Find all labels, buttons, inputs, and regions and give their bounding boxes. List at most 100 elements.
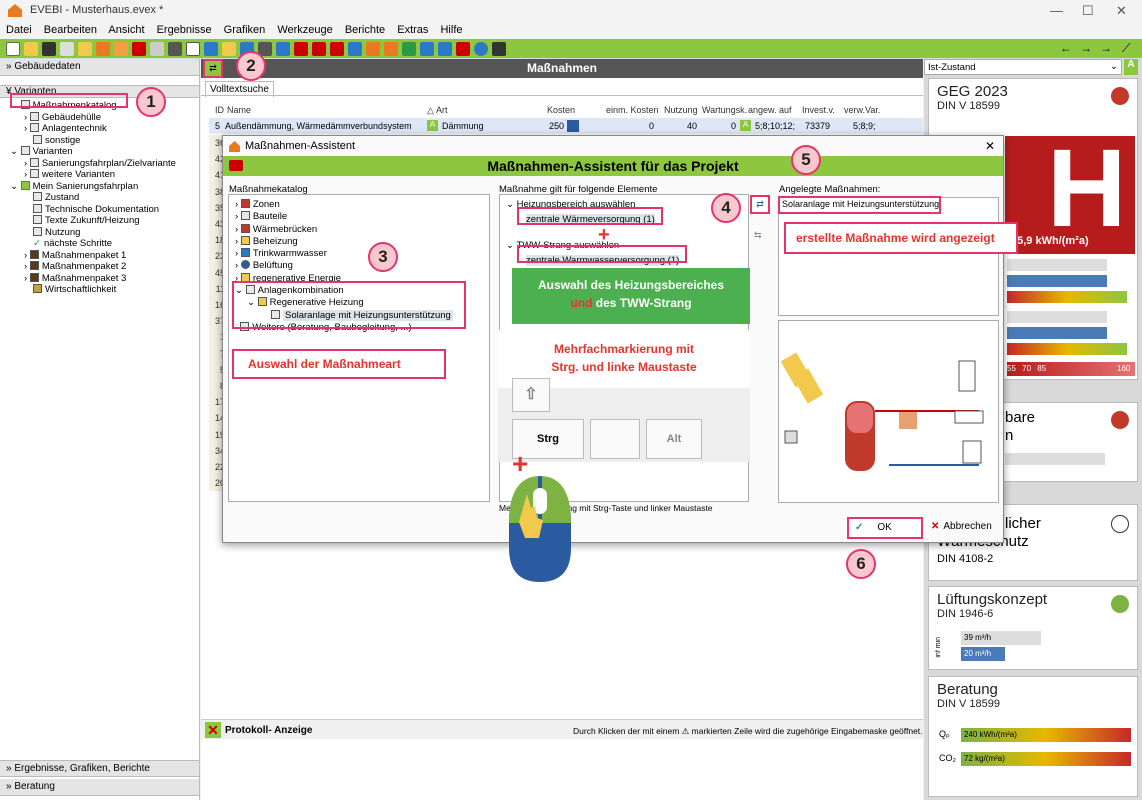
import-icon[interactable] (78, 42, 92, 56)
step-arrow-icon[interactable]: → (1100, 41, 1112, 55)
catalog-trinkwarmwasser[interactable]: › Trinkwarmwasser (235, 248, 483, 260)
menu-bearbeiten[interactable]: Bearbeiten (44, 24, 97, 36)
dialog-close-icon[interactable]: ✕ (985, 139, 995, 153)
tree-item-texte[interactable]: Texte Zukunft/Heizung (4, 215, 195, 227)
menu-ergebnisse[interactable]: Ergebnisse (157, 24, 212, 36)
catalog-bauteile[interactable]: › Bauteile (235, 211, 483, 223)
tree-item-anlagentechnik[interactable]: › Anlagentechnik (4, 123, 195, 135)
globe-icon[interactable] (348, 42, 362, 56)
menu-datei[interactable]: Datei (6, 24, 32, 36)
col-kosten[interactable]: Kosten (547, 105, 575, 115)
menu-grafiken[interactable]: Grafiken (224, 24, 266, 36)
col-art[interactable]: △ Art (427, 105, 447, 116)
chart-icon[interactable] (222, 42, 236, 56)
note-heiz-tww: Auswahl des Heizungsbereiches und des TW… (512, 268, 750, 324)
col-angew[interactable]: angew. auf (748, 105, 792, 115)
undo-icon[interactable] (132, 42, 146, 56)
chart-tool-icon[interactable]: ⟋ (1122, 41, 1130, 56)
grid-icon[interactable] (276, 42, 290, 56)
section-gebaeudedaten[interactable]: » Gebäudedaten (0, 59, 199, 76)
house-icon[interactable] (402, 42, 416, 56)
col-wartung[interactable]: Wartungsk. (702, 105, 747, 115)
paint-icon[interactable] (456, 42, 470, 56)
tree-item-varianten[interactable]: ⌄ Varianten (4, 146, 195, 158)
youtube-icon[interactable] (229, 160, 243, 171)
section-beratung[interactable]: » Beratung (0, 779, 199, 796)
help-icon[interactable] (474, 42, 488, 56)
menu-werkzeuge[interactable]: Werkzeuge (277, 24, 332, 36)
package-icon (29, 272, 39, 282)
tree-item-technische-dokumentation[interactable]: Technische Dokumentation (4, 203, 195, 216)
col-verw[interactable]: verw.Var. (844, 105, 880, 115)
catalog-belueftung[interactable]: › Belüftung (235, 260, 483, 272)
menu-ansicht[interactable]: Ansicht (108, 24, 144, 36)
back-arrow-icon[interactable]: ← (1060, 41, 1072, 55)
card-lueftung[interactable]: Lüftungskonzept DIN 1946-6 inf min 39 m³… (928, 586, 1138, 670)
export-icon[interactable] (96, 42, 110, 56)
card-beratung[interactable]: Beratung DIN V 18599 Qₚ CO₂ 240 kWh/(m²a… (928, 676, 1138, 797)
col-einm-kosten[interactable]: einm. Kosten (606, 105, 659, 115)
col-invest[interactable]: Invest.v. (802, 105, 835, 115)
table-icon (20, 146, 30, 155)
report-icon[interactable] (312, 42, 326, 56)
tree-item-paket-3[interactable]: › Maßnahmenpaket 3 (4, 272, 195, 285)
doc-icon[interactable] (186, 42, 200, 56)
copy-icon[interactable] (60, 42, 74, 56)
assistant-button[interactable]: ⇄ (203, 59, 223, 78)
maximize-icon[interactable]: ☐ (1082, 3, 1094, 19)
card3-norm: DIN 4108-2 (937, 553, 994, 565)
menu-berichte[interactable]: Berichte (345, 24, 385, 36)
pin-icon[interactable] (294, 42, 308, 56)
catalog-tree[interactable]: › Zonen › Bauteile › Wärmebrücken › Behe… (228, 194, 490, 502)
angelegt-list[interactable]: Solaranlage mit Heizungsunterstützung (778, 197, 999, 316)
tree-item-sonstige[interactable]: sonstige (4, 134, 195, 147)
close-icon[interactable]: ✕ (1116, 3, 1127, 19)
col-nutzung[interactable]: Nutzung (664, 105, 698, 115)
menu-hilfe[interactable]: Hilfe (440, 24, 462, 36)
fire-icon[interactable] (384, 42, 398, 56)
edit-icon[interactable] (567, 120, 579, 132)
table-row[interactable]: 5 Außendämmung, Wärmedämmverbundsystem A… (209, 118, 923, 134)
save-icon[interactable] (42, 42, 56, 56)
minimize-icon[interactable]: — (1050, 3, 1063, 18)
info-icon[interactable] (420, 42, 434, 56)
ok-button[interactable]: ✓ OK (847, 517, 923, 539)
remove-massnahme-button[interactable]: ⇆ (754, 230, 762, 241)
print-icon[interactable] (330, 42, 344, 56)
new-icon[interactable] (6, 42, 20, 56)
tree-item-zustand[interactable]: Zustand (4, 192, 195, 204)
tree-item-weitere-varianten[interactable]: › weitere Varianten (4, 169, 195, 181)
tree-item-naechste-schritte[interactable]: ✓ nächste Schritte (4, 238, 195, 250)
close-protokoll-icon[interactable]: ✕ (205, 722, 221, 738)
menu-extras[interactable]: Extras (397, 24, 428, 36)
tree-item-paket-2[interactable]: › Maßnahmenpaket 2 (4, 261, 195, 273)
col-id[interactable]: ID (215, 105, 224, 115)
cell-invest: 73379 (805, 121, 831, 131)
grid-icon (33, 134, 42, 144)
catalog-waermebruecken[interactable]: › Wärmebrücken (235, 223, 483, 236)
calc-icon[interactable] (438, 42, 452, 56)
tree-item-nutzung[interactable]: Nutzung (4, 226, 195, 239)
wand-icon[interactable] (168, 42, 182, 56)
tree-item-gebaeudehuelle[interactable]: › Gebäudehülle (4, 111, 195, 124)
cancel-button[interactable]: ✕ Abbrechen (927, 517, 1001, 539)
line-icon[interactable] (114, 42, 128, 56)
section-ergebnisse[interactable]: » Ergebnisse, Grafiken, Berichte (0, 760, 199, 777)
col-name[interactable]: Name (227, 105, 251, 115)
tree-item-sanierungsfahrplan[interactable]: › Sanierungsfahrplan/Zielvariante (4, 157, 195, 170)
variant-dropdown[interactable]: Ist-Zustand ⌄ (924, 59, 1122, 75)
protokoll-bar: ✕ Protokoll- Anzeige Durch Klicken der m… (201, 719, 923, 739)
system-diagram (778, 320, 999, 503)
forward-arrow-icon[interactable]: → (1080, 41, 1092, 55)
exit-icon[interactable] (492, 42, 506, 56)
catalog-beheizung[interactable]: › Beheizung (235, 235, 483, 248)
catalog-zonen[interactable]: › Zonen (235, 199, 483, 211)
tree-item-mein-sanierungsfahrplan[interactable]: ⌄ Mein Sanierungsfahrplan (4, 180, 195, 193)
star-icon[interactable] (366, 42, 380, 56)
redo-icon[interactable] (150, 42, 164, 56)
table-icon[interactable] (204, 42, 218, 56)
tree-item-paket-1[interactable]: › Maßnahmenpaket 1 (4, 249, 195, 262)
add-massnahme-button[interactable]: ⇄ (750, 195, 770, 214)
tree-item-wirtschaftlichkeit[interactable]: Wirtschaftlichkeit (4, 284, 195, 296)
open-icon[interactable] (24, 42, 38, 56)
